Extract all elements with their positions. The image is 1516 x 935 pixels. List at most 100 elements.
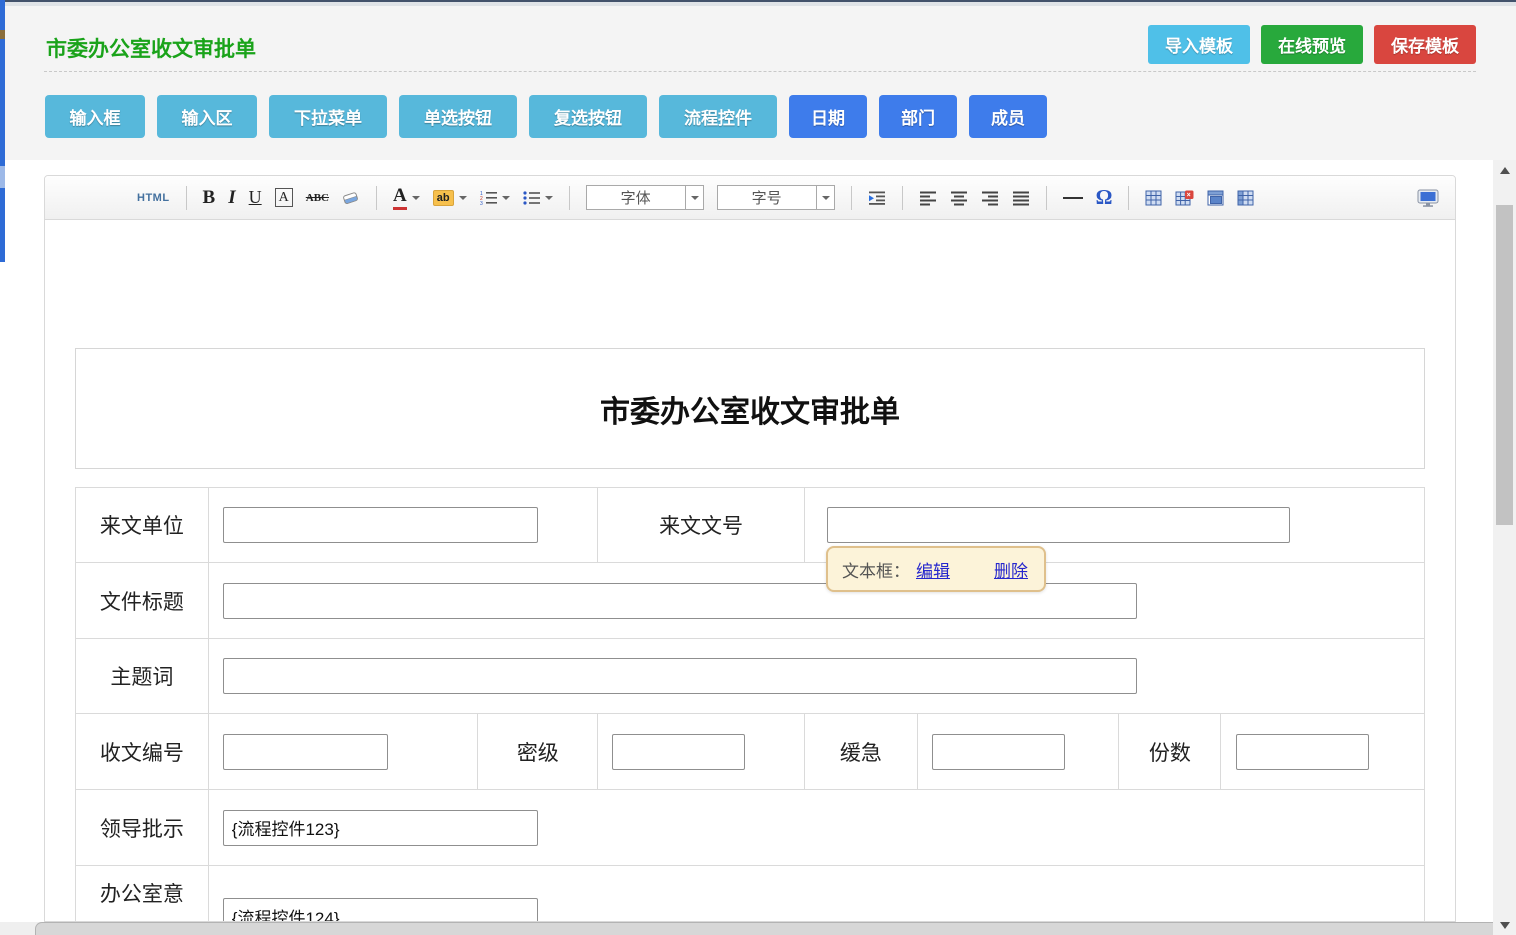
chevron-down-icon [412,196,420,200]
bold-button[interactable]: B [203,187,216,209]
font-color-button[interactable]: A [393,185,420,210]
form-title: 市委办公室收文审批单 [600,387,900,431]
label-subject-words: 主题词 [76,639,209,713]
underline-button[interactable]: U [249,187,262,208]
align-center-button[interactable] [950,190,968,206]
receipt-number-input[interactable] [223,734,388,770]
toolbar-separator [186,186,187,210]
dropdown-arrow[interactable] [816,186,834,209]
header: 市委办公室收文审批单 导入模板 在线预览 保存模板 输入框 输入区 下拉菜单 单… [0,6,1516,160]
label-receipt-number: 收文编号 [76,714,209,789]
leader-comments-flow-control[interactable] [223,810,538,846]
toolbar-separator [851,186,852,210]
align-right-icon [981,190,999,206]
table-props-button[interactable] [1237,190,1254,206]
font-size-select[interactable]: 字号 [717,185,835,210]
form-table: 来文单位 来文文号 文件标题 [75,487,1425,922]
delete-field-link[interactable]: 删除 [994,557,1028,582]
edit-field-link[interactable]: 编辑 [916,557,950,582]
urgency-input[interactable] [932,734,1065,770]
table-props-icon [1237,190,1254,206]
dashed-divider [44,71,1476,72]
svg-text:3: 3 [480,201,483,206]
toolbar-separator [376,186,377,210]
table-cell-props-button[interactable] [1207,190,1224,206]
copies-input[interactable] [1236,734,1369,770]
align-justify-button[interactable] [1012,190,1030,206]
table-icon [1145,190,1162,206]
add-member-button[interactable]: 成员 [969,95,1047,138]
align-right-button[interactable] [981,190,999,206]
label-urgency: 缓急 [805,714,918,789]
add-radio-button[interactable]: 单选按钮 [399,95,517,138]
add-input-box-button[interactable]: 输入框 [45,95,145,138]
table-row: 办公室意 [76,866,1424,922]
add-department-button[interactable]: 部门 [879,95,957,138]
table-row: 收文编号 密级 缓急 份数 [76,714,1424,790]
label-copies: 份数 [1119,714,1221,789]
label-incoming-unit: 来文单位 [76,488,209,562]
sidebar-fragment-mark [0,30,5,39]
font-family-select[interactable]: 字体 [586,185,704,210]
arrow-up-icon [1500,167,1510,174]
import-template-button[interactable]: 导入模板 [1148,25,1250,64]
subject-words-input[interactable] [223,658,1137,694]
chevron-down-icon [502,196,510,200]
vertical-scrollbar[interactable] [1493,160,1516,935]
fullscreen-button[interactable] [1417,189,1439,207]
incoming-unit-input[interactable] [223,507,538,543]
html-source-button[interactable]: HTML [137,192,170,204]
unordered-list-icon [523,190,540,206]
add-dropdown-button[interactable]: 下拉菜单 [269,95,387,138]
scroll-up-button[interactable] [1493,162,1516,178]
table-row: 领导批示 [76,790,1424,866]
dropdown-arrow[interactable] [685,186,703,209]
content-area: HTML B I U A ABC A [0,160,1493,922]
horizontal-rule-button[interactable] [1063,197,1083,199]
rich-text-editor: HTML B I U A ABC A [44,175,1456,922]
label-leader-comments: 领导批示 [76,790,209,865]
cell-copies [1221,714,1424,789]
delete-table-icon: × [1175,190,1194,206]
table-cell-icon [1207,190,1224,206]
save-template-button[interactable]: 保存模板 [1374,25,1476,64]
indent-button[interactable] [868,190,886,206]
doc-number-input[interactable] [827,507,1290,543]
ordered-list-button[interactable]: 1 2 3 [480,190,510,206]
add-flow-control-button[interactable]: 流程控件 [659,95,777,138]
online-preview-button[interactable]: 在线预览 [1261,25,1363,64]
format-button[interactable]: A [275,188,293,207]
security-level-input[interactable] [612,734,745,770]
add-date-button[interactable]: 日期 [789,95,867,138]
cell-office-opinion [209,866,1424,922]
label-doc-number: 来文文号 [598,488,805,562]
indent-icon [868,190,886,206]
strikethrough-button[interactable]: ABC [306,192,329,204]
remove-format-button[interactable] [342,190,360,206]
bottom-edge-bar [0,922,1493,935]
cell-receipt-number [209,714,479,789]
field-tooltip: 文本框： 编辑 删除 [826,546,1046,592]
insert-table-button[interactable] [1145,190,1162,206]
scrollbar-thumb[interactable] [1496,205,1513,525]
sidebar-fragment-mark [0,166,5,188]
italic-button[interactable]: I [228,187,235,209]
form-title-box: 市委办公室收文审批单 [75,348,1425,469]
office-opinion-flow-control[interactable] [223,898,538,922]
highlight-color-button[interactable]: ab [433,190,467,206]
horizontal-scrollbar[interactable] [35,922,1493,935]
delete-table-button[interactable]: × [1175,190,1194,206]
table-row: 主题词 [76,639,1424,714]
align-left-button[interactable] [919,190,937,206]
editor-canvas[interactable]: 市委办公室收文审批单 来文单位 来文文号 [45,220,1455,922]
table-row: 文件标题 [76,563,1424,639]
unordered-list-button[interactable] [523,190,553,206]
scroll-down-button[interactable] [1493,917,1516,933]
page-title: 市委办公室收文审批单 [46,33,256,63]
add-checkbox-button[interactable]: 复选按钮 [529,95,647,138]
label-security-level: 密级 [478,714,598,789]
monitor-icon [1417,189,1439,207]
toolbar-separator [1046,186,1047,210]
special-char-button[interactable]: Ω [1096,185,1113,210]
add-textarea-button[interactable]: 输入区 [157,95,257,138]
